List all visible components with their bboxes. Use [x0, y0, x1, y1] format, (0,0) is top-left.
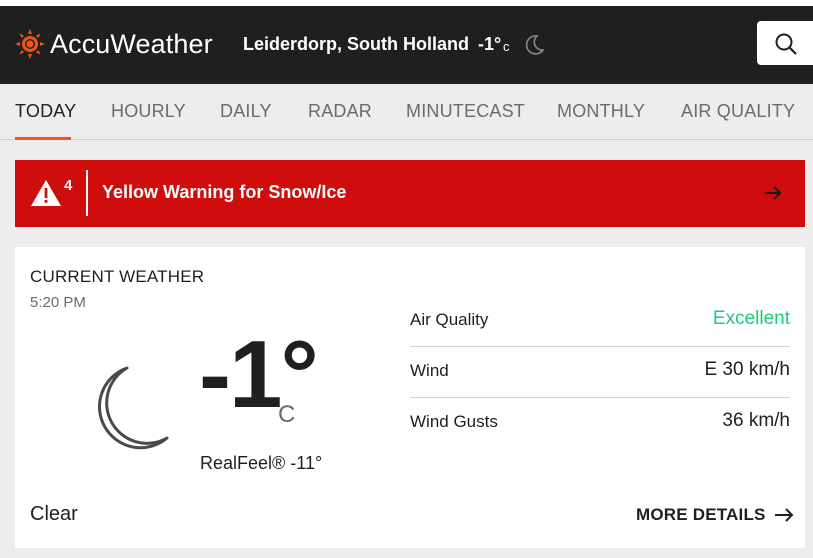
search-button[interactable]: [757, 21, 813, 65]
logo[interactable]: AccuWeather: [14, 28, 213, 60]
current-weather-card[interactable]: CURRENT WEATHER 5:20 PM -1° C RealFeel® …: [15, 247, 805, 548]
alert-count: 4: [64, 177, 73, 194]
alert-text: Yellow Warning for Snow/Ice: [102, 182, 347, 202]
detail-value: 36 km/h: [722, 410, 790, 431]
tab-today[interactable]: TODAY: [15, 101, 76, 122]
detail-label: Air Quality: [410, 310, 489, 329]
arrow-right-icon: [774, 508, 794, 522]
tab-radar[interactable]: RADAR: [308, 101, 372, 122]
header-temperature: -1°: [478, 34, 502, 54]
active-tab-indicator: [15, 137, 71, 140]
detail-label: Wind: [410, 361, 449, 380]
realfeel-temperature: RealFeel® -11°: [200, 453, 323, 473]
more-details-link[interactable]: MORE DETAILS: [636, 505, 794, 525]
tab-minutecast[interactable]: MINUTECAST: [406, 101, 525, 122]
tab-air-quality[interactable]: AIR QUALITY: [681, 101, 795, 122]
card-title: CURRENT WEATHER: [30, 267, 205, 286]
site-header: AccuWeather Leiderdorp, South Holland -1…: [0, 6, 813, 84]
tab-hourly[interactable]: HOURLY: [111, 101, 186, 122]
arrow-right-icon: [765, 186, 782, 200]
detail-label: Wind Gusts: [410, 412, 498, 431]
header-temp-unit: c: [503, 39, 510, 54]
header-location[interactable]: Leiderdorp, South Holland: [243, 34, 469, 55]
moon-icon: [525, 35, 545, 55]
more-details-label: MORE DETAILS: [636, 505, 766, 524]
detail-row-wind: Wind E 30 km/h: [410, 347, 790, 397]
current-temperature: -1°: [199, 321, 319, 428]
detail-value: E 30 km/h: [704, 359, 790, 380]
warning-icon: [31, 180, 61, 206]
forecast-nav: TODAY HOURLY DAILY RADAR MINUTECAST MONT…: [0, 84, 813, 140]
sun-logo-icon: [15, 29, 45, 59]
brand-name: AccuWeather: [50, 28, 213, 59]
detail-value: Excellent: [712, 308, 790, 329]
moon-icon: [98, 366, 169, 450]
observation-time: 5:20 PM: [30, 294, 86, 311]
tab-daily[interactable]: DAILY: [220, 101, 272, 122]
tab-monthly[interactable]: MONTHLY: [557, 101, 645, 122]
condition-text: Clear: [30, 503, 78, 525]
detail-row-air-quality: Air Quality Excellent: [410, 296, 790, 346]
weather-alert-banner[interactable]: 4 Yellow Warning for Snow/Ice: [15, 160, 805, 227]
search-icon: [775, 33, 797, 55]
detail-row-wind-gusts: Wind Gusts 36 km/h: [410, 398, 790, 448]
current-temp-unit: C: [278, 401, 296, 428]
alert-divider: [86, 170, 88, 216]
